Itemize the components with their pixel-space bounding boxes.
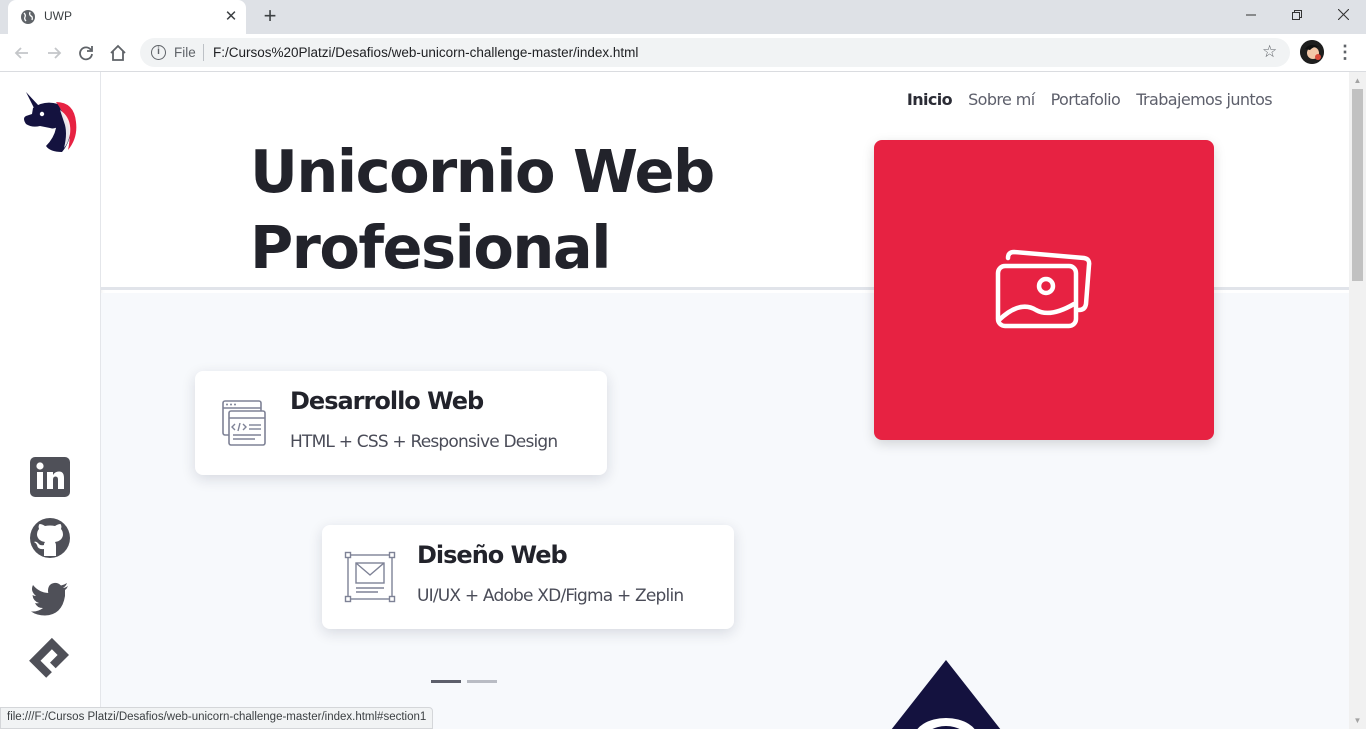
twitter-icon[interactable] <box>28 576 72 620</box>
tab-close-icon[interactable]: ✕ <box>222 8 240 26</box>
carousel-dot-2[interactable] <box>467 680 497 683</box>
card-title: Diseño Web <box>417 541 568 569</box>
scroll-down-arrow[interactable]: ▼ <box>1349 712 1366 729</box>
title-line-2: Profesional <box>250 213 611 282</box>
page-viewport: Inicio Sobre mí Portafolio Trabajemos ju… <box>0 72 1366 729</box>
nav-item-trabajemos-juntos[interactable]: Trabajemos juntos <box>1136 90 1272 109</box>
scroll-up-arrow[interactable]: ▲ <box>1349 72 1366 89</box>
status-bar-url: file:///F:/Cursos Platzi/Desafios/web-un… <box>0 707 434 729</box>
reload-icon <box>79 46 93 61</box>
service-card-desarrollo-web[interactable]: Desarrollo Web HTML + CSS + Responsive D… <box>195 371 607 475</box>
globe-icon <box>21 10 35 24</box>
back-button[interactable] <box>8 39 36 67</box>
carousel-indicators <box>431 680 497 683</box>
restore-icon <box>1292 10 1302 20</box>
wireframe-icon <box>344 551 396 603</box>
nav-item-portafolio[interactable]: Portafolio <box>1051 90 1121 109</box>
page-title: Unicornio Web Profesional <box>250 134 770 286</box>
new-tab-button[interactable]: + <box>258 4 282 28</box>
card-subtitle: HTML + CSS + Responsive Design <box>290 432 558 452</box>
minimize-button[interactable] <box>1228 0 1274 30</box>
reload-button[interactable] <box>72 39 100 67</box>
profile-avatar[interactable] <box>1300 40 1324 64</box>
home-icon <box>110 44 126 61</box>
github-icon[interactable] <box>28 516 72 560</box>
info-icon[interactable]: i <box>151 45 166 60</box>
browser-tab[interactable]: UWP ✕ <box>8 0 246 34</box>
restore-button[interactable] <box>1274 0 1320 30</box>
browser-tab-strip: UWP ✕ + <box>0 0 1366 34</box>
url-text[interactable]: F:/Cursos%20Platzi/Desafios/web-unicorn-… <box>213 45 638 60</box>
url-separator <box>203 44 204 61</box>
carousel-dot-1[interactable] <box>431 680 461 683</box>
nav-item-inicio[interactable]: Inicio <box>907 90 953 109</box>
scroll-thumb[interactable] <box>1352 89 1363 281</box>
service-card-diseno-web[interactable]: Diseño Web UI/UX + Adobe XD/Figma + Zepl… <box>322 525 734 629</box>
close-window-button[interactable] <box>1320 0 1366 30</box>
unicorn-mascot-partial <box>891 660 1001 729</box>
title-line-1: Unicornio Web <box>250 137 715 206</box>
main-content: Inicio Sobre mí Portafolio Trabajemos ju… <box>101 72 1349 729</box>
page-scrollbar[interactable]: ▲ ▼ <box>1349 72 1366 729</box>
hero-image-placeholder <box>874 140 1214 440</box>
card-subtitle: UI/UX + Adobe XD/Figma + Zeplin <box>417 586 684 606</box>
url-scheme-label: File <box>174 45 196 60</box>
menu-icon[interactable]: ⋮ <box>1336 40 1354 64</box>
platzi-icon[interactable] <box>28 636 72 680</box>
address-bar[interactable]: i File F:/Cursos%20Platzi/Desafios/web-u… <box>140 38 1290 67</box>
back-icon <box>14 47 28 59</box>
home-button[interactable] <box>104 39 132 67</box>
linkedin-icon[interactable] <box>28 455 72 499</box>
close-icon <box>1337 8 1349 21</box>
image-icon <box>995 249 1092 329</box>
tab-title: UWP <box>44 9 72 23</box>
sidebar <box>0 72 101 729</box>
code-window-icon <box>222 400 266 446</box>
avatar-image <box>1300 40 1324 64</box>
unicorn-logo[interactable] <box>20 88 80 154</box>
nav-item-sobre-mi[interactable]: Sobre mí <box>968 90 1035 109</box>
browser-toolbar: i File F:/Cursos%20Platzi/Desafios/web-u… <box>0 34 1366 72</box>
main-nav: Inicio Sobre mí Portafolio Trabajemos ju… <box>907 90 1273 109</box>
forward-icon <box>48 47 62 59</box>
minimize-icon <box>1246 14 1256 16</box>
star-icon[interactable]: ☆ <box>1262 42 1277 62</box>
forward-button[interactable] <box>40 39 68 67</box>
card-title: Desarrollo Web <box>290 387 484 415</box>
